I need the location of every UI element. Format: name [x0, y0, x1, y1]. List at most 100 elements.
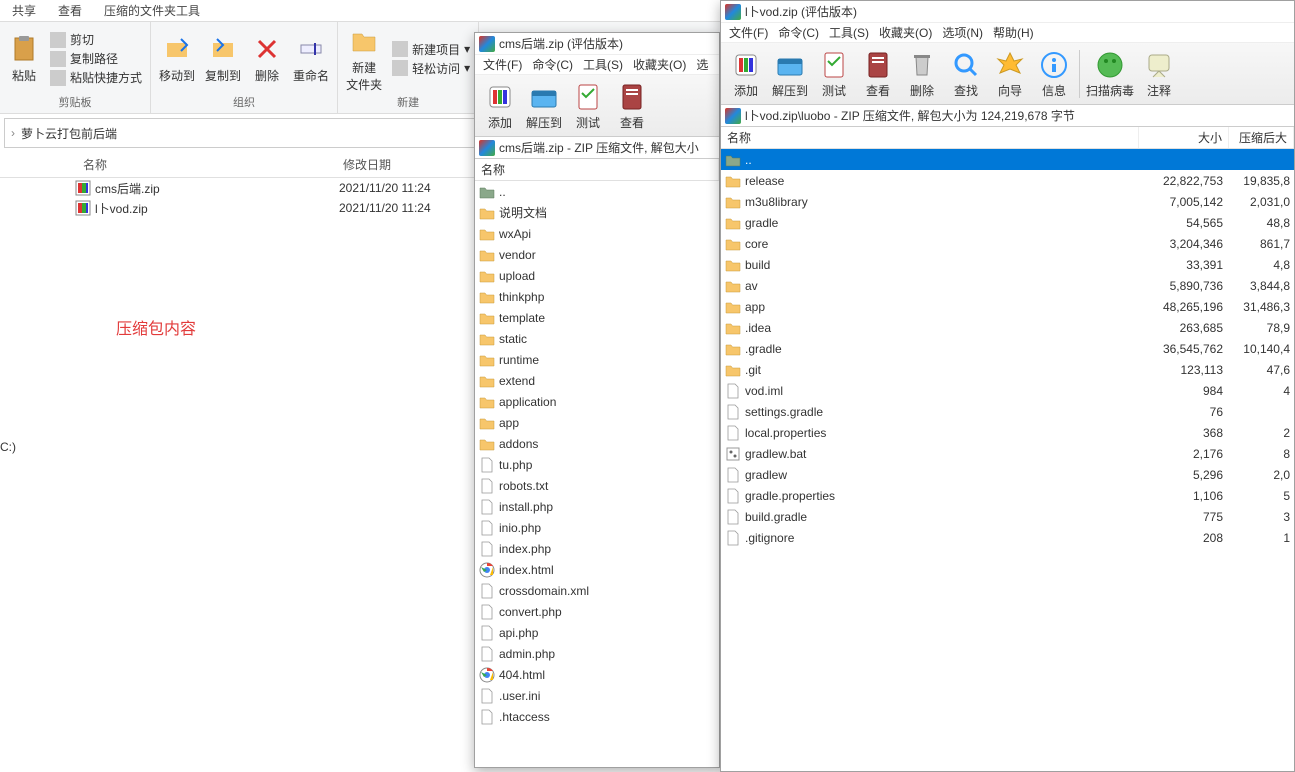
menu-item[interactable]: 工具(S): [579, 56, 627, 73]
list-item[interactable]: .idea263,68578,9: [721, 317, 1294, 338]
new-item-button[interactable]: 新建项目 ▾: [392, 41, 470, 58]
rename-button[interactable]: 重命名: [293, 33, 329, 84]
list-item[interactable]: index.html: [475, 559, 719, 580]
toolbar-查找[interactable]: 查找: [947, 49, 985, 99]
toolbar-解压到[interactable]: 解压到: [771, 49, 809, 99]
column-header-packed[interactable]: 压缩后大: [1229, 127, 1294, 148]
menu-item[interactable]: 文件(F): [725, 24, 772, 41]
list-item[interactable]: local.properties3682: [721, 422, 1294, 443]
list-item[interactable]: admin.php: [475, 643, 719, 664]
list-item[interactable]: app: [475, 412, 719, 433]
titlebar[interactable]: cms后端.zip (评估版本): [475, 33, 719, 55]
list-item[interactable]: upload: [475, 265, 719, 286]
column-header-name[interactable]: 名称: [475, 159, 719, 180]
list-item[interactable]: av5,890,7363,844,8: [721, 275, 1294, 296]
list-item[interactable]: robots.txt: [475, 475, 719, 496]
menu-item[interactable]: 收藏夹(O): [629, 56, 690, 73]
column-header-size[interactable]: 大小: [1139, 127, 1229, 148]
pathbar[interactable]: l卜vod.zip\luobo - ZIP 压缩文件, 解包大小为 124,21…: [721, 105, 1294, 127]
menu-item[interactable]: 工具(S): [825, 24, 873, 41]
tab-compressed-tools[interactable]: 压缩的文件夹工具: [96, 0, 208, 21]
list-item[interactable]: install.php: [475, 496, 719, 517]
list-item[interactable]: m3u8library7,005,1422,031,0: [721, 191, 1294, 212]
list-item[interactable]: ..: [721, 149, 1294, 170]
list-item[interactable]: gradlew.bat2,1768: [721, 443, 1294, 464]
copy-to-button[interactable]: 复制到: [205, 33, 241, 84]
list-item[interactable]: settings.gradle76: [721, 401, 1294, 422]
toolbar-扫描病毒[interactable]: 扫描病毒: [1086, 49, 1134, 99]
list-item[interactable]: template: [475, 307, 719, 328]
item-packed: 4,8: [1229, 258, 1294, 272]
easy-access-button[interactable]: 轻松访问 ▾: [392, 60, 470, 77]
tab-view[interactable]: 查看: [50, 0, 90, 21]
toolbar-信息[interactable]: 信息: [1035, 49, 1073, 99]
item-name: m3u8library: [745, 195, 1139, 209]
toolbar-解压到[interactable]: 解压到: [525, 81, 563, 131]
list-item[interactable]: vendor: [475, 244, 719, 265]
menu-item[interactable]: 收藏夹(O): [875, 24, 936, 41]
menu-item[interactable]: 命令(C): [774, 24, 823, 41]
titlebar[interactable]: l卜vod.zip (评估版本): [721, 1, 1294, 23]
toolbar-查看[interactable]: 查看: [613, 81, 651, 131]
list-item[interactable]: inio.php: [475, 517, 719, 538]
list-item[interactable]: build33,3914,8: [721, 254, 1294, 275]
toolbar-测试[interactable]: 测试: [569, 81, 607, 131]
list-item[interactable]: addons: [475, 433, 719, 454]
list-item[interactable]: application: [475, 391, 719, 412]
list-item[interactable]: index.php: [475, 538, 719, 559]
list-item[interactable]: build.gradle7753: [721, 506, 1294, 527]
list-item[interactable]: .htaccess: [475, 706, 719, 727]
list-item[interactable]: tu.php: [475, 454, 719, 475]
menu-item[interactable]: 命令(C): [528, 56, 577, 73]
list-item[interactable]: app48,265,19631,486,3: [721, 296, 1294, 317]
paste-button[interactable]: 粘贴: [8, 33, 40, 84]
list-item[interactable]: static: [475, 328, 719, 349]
toolbar-删除[interactable]: 删除: [903, 49, 941, 99]
menu-item[interactable]: 帮助(H): [989, 24, 1038, 41]
list-item[interactable]: thinkphp: [475, 286, 719, 307]
toolbar-测试[interactable]: 测试: [815, 49, 853, 99]
column-header-name[interactable]: 名称: [721, 127, 1139, 148]
toolbar-添加[interactable]: 添加: [727, 49, 765, 99]
list-item[interactable]: 404.html: [475, 664, 719, 685]
list-item[interactable]: 说明文档: [475, 202, 719, 223]
toolbar-查看[interactable]: 查看: [859, 49, 897, 99]
list-item[interactable]: .gradle36,545,76210,140,4: [721, 338, 1294, 359]
new-folder-button[interactable]: 新建 文件夹: [346, 25, 382, 93]
item-name: gradle: [745, 216, 1139, 230]
list-item[interactable]: gradlew5,2962,0: [721, 464, 1294, 485]
toolbar-注释[interactable]: 注释: [1140, 49, 1178, 99]
cut-button[interactable]: 剪切: [50, 31, 142, 48]
list-item[interactable]: core3,204,346861,7: [721, 233, 1294, 254]
list-item[interactable]: ..: [475, 181, 719, 202]
toolbar-添加[interactable]: 添加: [481, 81, 519, 131]
menu-item[interactable]: 选项(N): [938, 24, 987, 41]
breadcrumb-segment[interactable]: 萝卜云打包前后端: [21, 125, 117, 142]
pathbar[interactable]: cms后端.zip - ZIP 压缩文件, 解包大小: [475, 137, 719, 159]
list-item[interactable]: wxApi: [475, 223, 719, 244]
column-header-name[interactable]: 名称: [75, 156, 335, 173]
list-item[interactable]: .git123,11347,6: [721, 359, 1294, 380]
list-item[interactable]: gradle.properties1,1065: [721, 485, 1294, 506]
move-to-button[interactable]: 移动到: [159, 33, 195, 84]
list-item[interactable]: convert.php: [475, 601, 719, 622]
file-icon: [479, 688, 495, 704]
list-item[interactable]: crossdomain.xml: [475, 580, 719, 601]
tab-share[interactable]: 共享: [4, 0, 44, 21]
menu-item[interactable]: 选: [692, 56, 712, 73]
drive-label[interactable]: C:): [0, 440, 60, 454]
list-item[interactable]: runtime: [475, 349, 719, 370]
list-item[interactable]: release22,822,75319,835,8: [721, 170, 1294, 191]
list-item[interactable]: extend: [475, 370, 719, 391]
list-item[interactable]: .user.ini: [475, 685, 719, 706]
list-item[interactable]: api.php: [475, 622, 719, 643]
copy-path-button[interactable]: 复制路径: [50, 50, 142, 67]
menu-item[interactable]: 文件(F): [479, 56, 526, 73]
toolbar-向导[interactable]: 向导: [991, 49, 1029, 99]
list-item[interactable]: vod.iml9844: [721, 380, 1294, 401]
toolbar-icon: [818, 49, 850, 81]
paste-shortcut-button[interactable]: 粘贴快捷方式: [50, 69, 142, 86]
list-item[interactable]: .gitignore2081: [721, 527, 1294, 548]
list-item[interactable]: gradle54,56548,8: [721, 212, 1294, 233]
delete-button[interactable]: 删除: [251, 33, 283, 84]
